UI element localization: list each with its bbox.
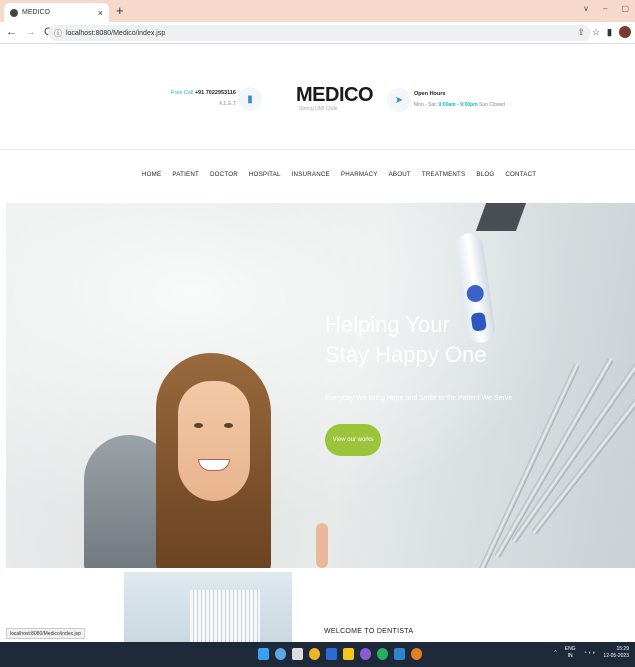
nav-blog[interactable]: BLOG <box>476 171 494 178</box>
hours-text: Mon - Sat: 9:00am - 9:00pm Sun Closed <box>414 102 505 108</box>
back-arrow-icon[interactable]: ← <box>6 26 17 38</box>
eclipse-icon[interactable] <box>377 648 388 660</box>
hours-suffix: Sun Closed <box>479 102 505 108</box>
nav-hospital[interactable]: HOSPITAL <box>249 171 281 178</box>
lang-top: ENG <box>564 646 576 652</box>
tab-title: MEDICO <box>22 9 50 16</box>
browser-toolbar-icons: ⇪ ☆ ▮ <box>577 26 631 38</box>
mail-icon[interactable] <box>394 648 405 660</box>
site-logo[interactable]: MEDICO <box>296 84 374 107</box>
nav-home[interactable]: HOME <box>142 171 161 178</box>
lang-bottom: IN <box>567 653 573 659</box>
share-icon[interactable]: ⇪ <box>577 27 585 38</box>
call-number[interactable]: +91 7022953116 <box>195 90 236 96</box>
new-tab-button[interactable]: + <box>116 3 124 19</box>
hours-title: Open Hours <box>414 91 446 97</box>
system-tray: ^ ENG IN ◔ ◖ ◗ 15:29 12-05-2023 <box>554 646 629 660</box>
status-url: localhost:8080/Medico/index.jsp <box>6 628 85 639</box>
profile-avatar[interactable] <box>619 26 631 38</box>
nav-about[interactable]: ABOUT <box>389 171 411 178</box>
maximize-button[interactable]: ▢ <box>621 4 629 13</box>
chrome-icon[interactable] <box>309 648 320 660</box>
view-works-button[interactable]: View our works <box>325 424 381 456</box>
clinic-image <box>124 572 292 642</box>
nav-patient[interactable]: PATIENT <box>172 171 199 178</box>
browser-tab-strip: MEDICO × + ∨ – ▢ <box>0 0 635 22</box>
call-sub: K.L.E.T <box>219 101 236 107</box>
nav-insurance[interactable]: INSURANCE <box>292 171 330 178</box>
main-nav: HOME PATIENT DOCTOR HOSPITAL INSURANCE P… <box>142 171 536 178</box>
url-text: localhost:8080/Medico/index.jsp <box>66 29 166 37</box>
vscode-icon[interactable] <box>326 648 337 660</box>
welcome-heading: WELCOME TO DENTISTA <box>324 628 414 635</box>
call-line: Free Call +91 7022953116 <box>171 90 236 96</box>
chevron-up-icon[interactable]: ^ <box>554 650 556 656</box>
minimize-button[interactable]: – <box>603 4 607 13</box>
tab-search-button[interactable]: ∨ <box>583 4 589 13</box>
window-blind <box>190 590 260 642</box>
nav-pharmacy[interactable]: PHARMACY <box>341 171 378 178</box>
phone-icon: ▮ <box>238 87 262 111</box>
start-icon[interactable] <box>258 648 269 660</box>
hero-title-line2: Stay Happy One <box>325 342 487 367</box>
hero-title: Helping Your Stay Happy One <box>325 310 486 370</box>
clock-date: 12-05-2023 <box>603 653 629 659</box>
hours-prefix: Mon - Sat: <box>414 102 438 108</box>
call-label: Free Call <box>171 90 194 96</box>
hero-subtitle: Everyday We Bring Hope and Smile to the … <box>325 395 513 402</box>
nav-doctor[interactable]: DOCTOR <box>210 171 238 178</box>
info-icon[interactable]: ⓘ <box>54 28 62 39</box>
sidepanel-icon[interactable]: ▮ <box>607 27 612 38</box>
nav-buttons: ← → C <box>6 26 52 38</box>
tab-close-button[interactable]: × <box>98 8 103 18</box>
clock[interactable]: 15:29 12-05-2023 <box>603 646 629 660</box>
search-icon[interactable] <box>275 648 286 660</box>
hours-time: 9:00am - 9:00pm <box>438 102 478 108</box>
location-arrow-icon: ➤ <box>387 88 411 112</box>
folder-icon[interactable] <box>343 648 354 660</box>
star-icon[interactable]: ☆ <box>592 27 600 38</box>
url-bar[interactable]: ⓘ localhost:8080/Medico/index.jsp <box>48 25 591 41</box>
header-divider <box>0 149 635 150</box>
address-toolbar: ← → C ⓘ localhost:8080/Medico/index.jsp … <box>0 22 635 44</box>
wifi-icon[interactable]: ◔ ◖ ◗ <box>584 650 596 656</box>
hero-banner <box>6 203 635 568</box>
logo-tagline: Strong UMI Code <box>299 106 338 112</box>
window-controls: ∨ – ▢ <box>583 4 629 13</box>
nav-contact[interactable]: CONTACT <box>505 171 536 178</box>
hero-title-line1: Helping Your <box>325 312 450 337</box>
clock-time: 15:29 <box>616 646 629 652</box>
hand-image <box>316 523 328 568</box>
app-icon[interactable] <box>360 648 371 660</box>
nav-treatments[interactable]: TREATMENTS <box>422 171 465 178</box>
forward-arrow-icon[interactable]: → <box>25 26 36 38</box>
os-taskbar: ^ ENG IN ◔ ◖ ◗ 15:29 12-05-2023 <box>0 642 635 667</box>
language-indicator[interactable]: ENG IN <box>565 646 576 660</box>
patient-face-image <box>178 381 250 501</box>
firefox-icon[interactable] <box>411 648 422 660</box>
favicon-icon <box>10 8 18 17</box>
browser-tab[interactable]: MEDICO × <box>4 3 109 22</box>
taskbar-apps <box>258 648 422 660</box>
taskview-icon[interactable] <box>292 648 303 660</box>
